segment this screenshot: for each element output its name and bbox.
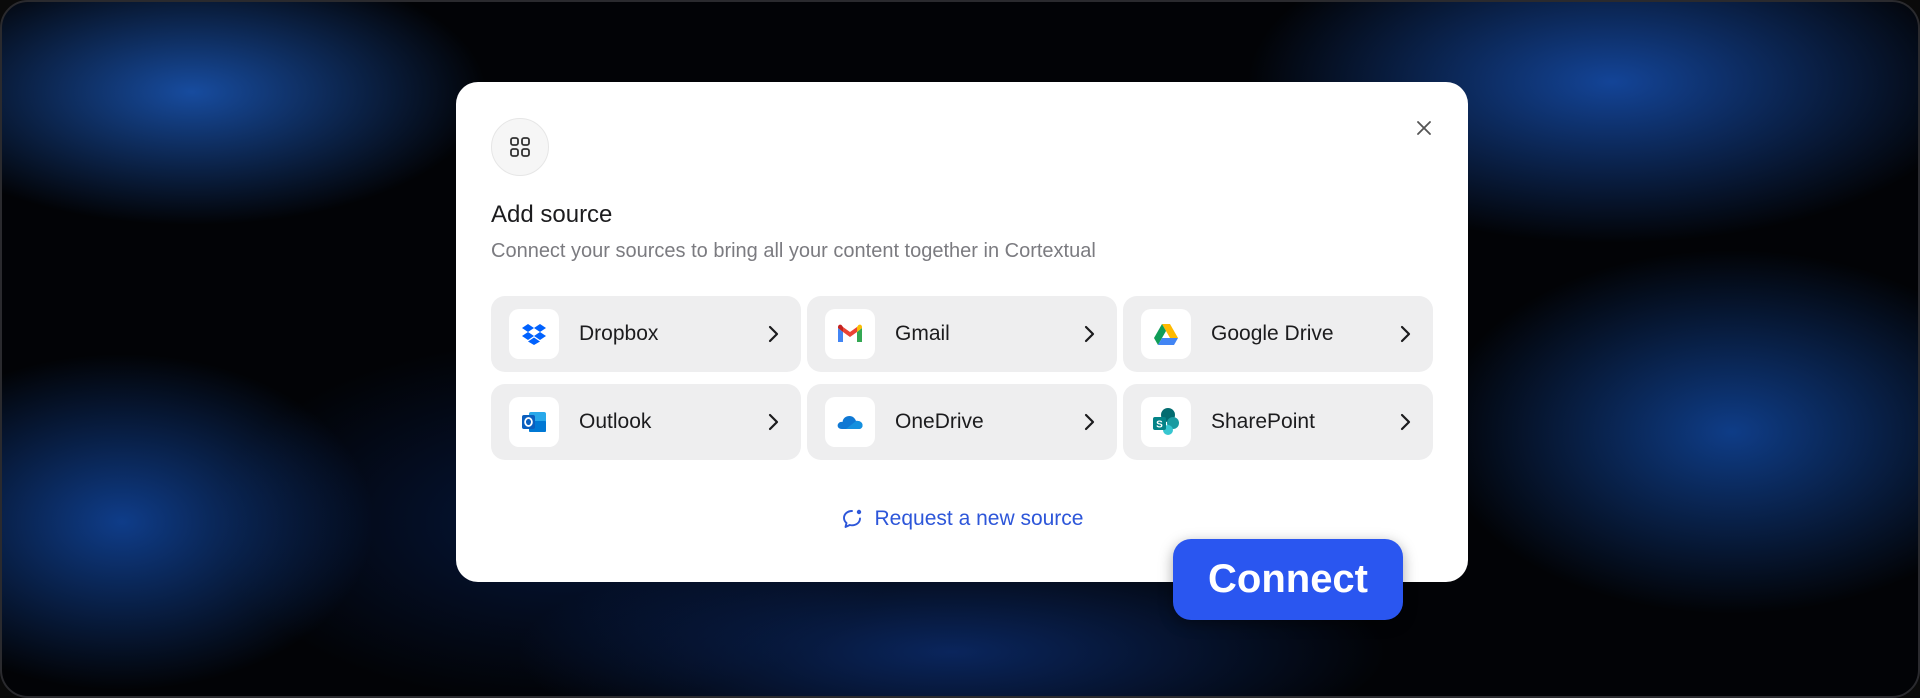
dropbox-icon: [509, 309, 559, 359]
source-label: Gmail: [895, 322, 950, 345]
chat-bubble-icon: [841, 508, 863, 530]
source-outlook[interactable]: Outlook: [491, 384, 801, 460]
source-label: Outlook: [579, 410, 652, 433]
chevron-right-icon: [1395, 324, 1415, 344]
modal-title: Add source: [491, 201, 613, 228]
svg-text:S: S: [1156, 420, 1163, 431]
background-frame: Add source Connect your sources to bring…: [0, 0, 1920, 698]
source-label: SharePoint: [1211, 410, 1315, 433]
onedrive-icon: [825, 397, 875, 447]
request-new-source-link[interactable]: Request a new source: [456, 507, 1468, 531]
request-new-source-label: Request a new source: [874, 507, 1084, 530]
source-google-drive[interactable]: Google Drive: [1123, 296, 1433, 372]
gmail-icon: [825, 309, 875, 359]
source-label: Dropbox: [579, 322, 659, 345]
source-label: Google Drive: [1211, 322, 1334, 345]
grid-apps-icon: [491, 118, 549, 176]
add-source-modal: Add source Connect your sources to bring…: [456, 82, 1468, 582]
sharepoint-icon: S: [1141, 397, 1191, 447]
close-icon: [1417, 121, 1431, 135]
chevron-right-icon: [1079, 412, 1099, 432]
modal-subtitle: Connect your sources to bring all your c…: [491, 240, 1096, 262]
source-label: OneDrive: [895, 410, 984, 433]
outlook-icon: [509, 397, 559, 447]
connect-button[interactable]: Connect: [1173, 539, 1403, 620]
source-gmail[interactable]: Gmail: [807, 296, 1117, 372]
source-dropbox[interactable]: Dropbox: [491, 296, 801, 372]
source-onedrive[interactable]: OneDrive: [807, 384, 1117, 460]
source-sharepoint[interactable]: S SharePoint: [1123, 384, 1433, 460]
close-button[interactable]: [1410, 114, 1438, 142]
chevron-right-icon: [1079, 324, 1099, 344]
source-grid: Dropbox Gmail Google Drive Outlook OneDr…: [491, 296, 1434, 460]
chevron-right-icon: [763, 412, 783, 432]
chevron-right-icon: [763, 324, 783, 344]
google-drive-icon: [1141, 309, 1191, 359]
chevron-right-icon: [1395, 412, 1415, 432]
